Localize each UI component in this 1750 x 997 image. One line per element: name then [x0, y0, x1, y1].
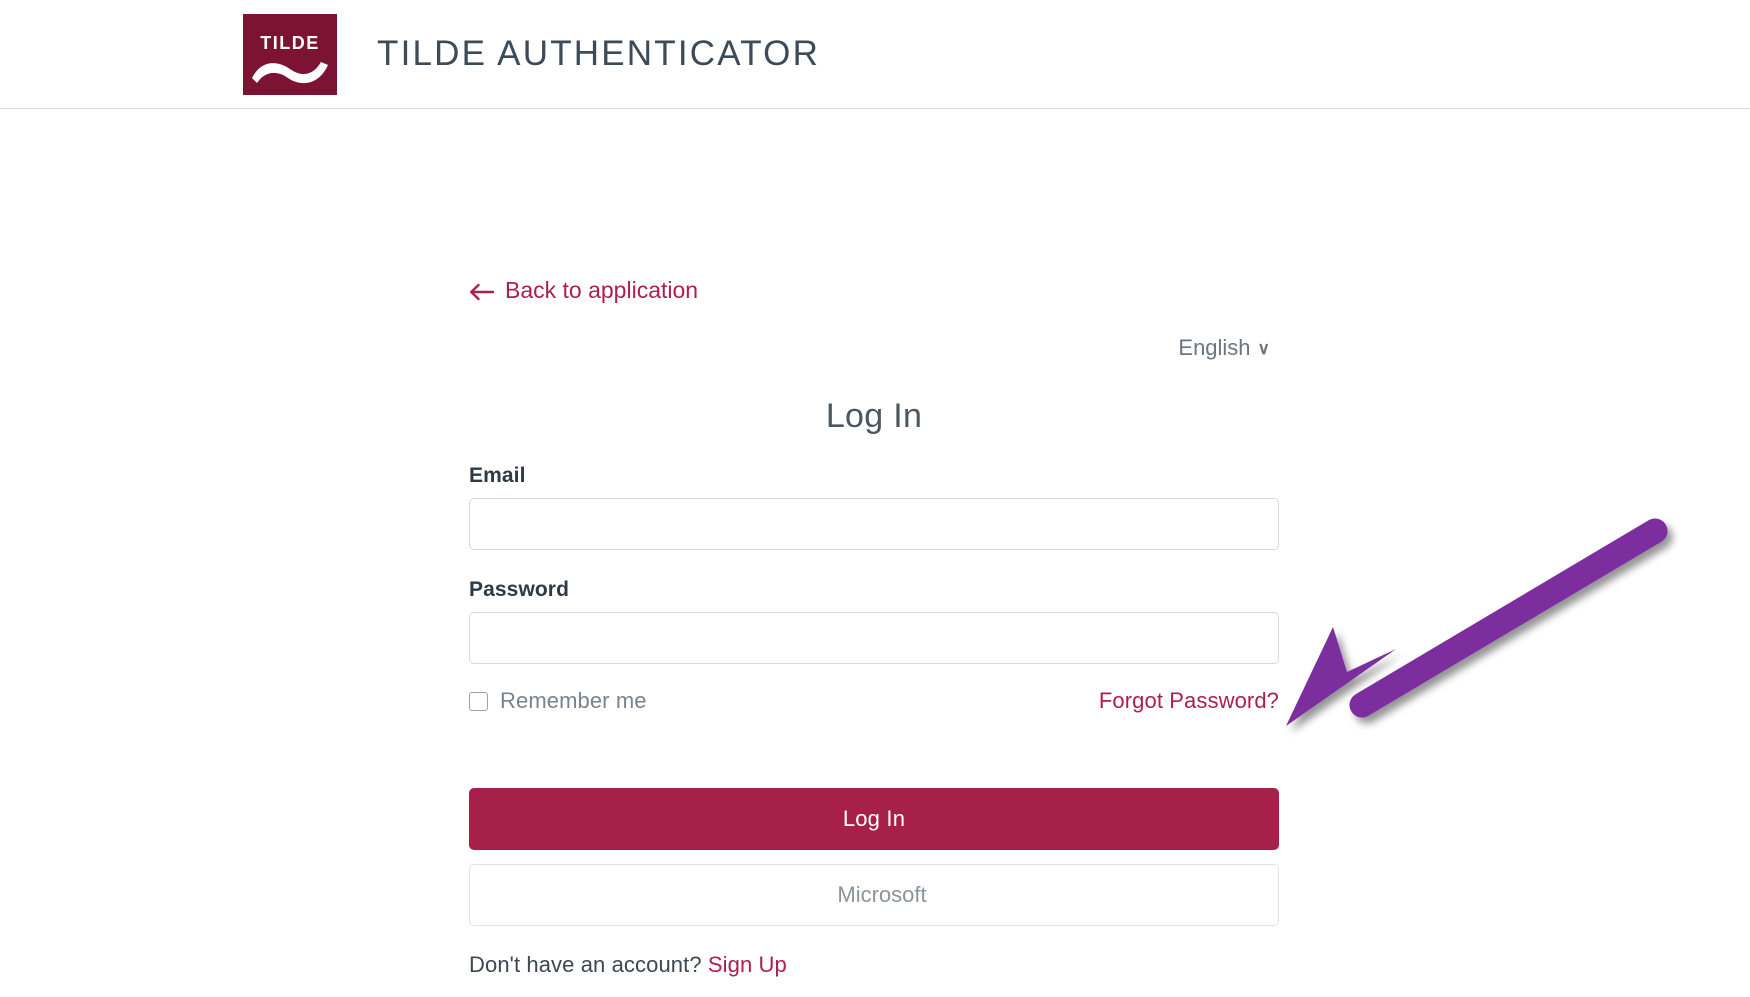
email-field-group: Email — [469, 464, 1279, 550]
chevron-down-icon: ∨ — [1257, 339, 1270, 358]
email-label: Email — [469, 464, 526, 487]
password-label: Password — [469, 578, 570, 601]
microsoft-sso-button[interactable]: Microsoft — [469, 864, 1279, 926]
password-input[interactable] — [469, 612, 1279, 664]
language-selector-label: English — [1178, 335, 1251, 360]
form-heading: Log In — [825, 397, 923, 435]
remember-me-label: Remember me — [500, 688, 647, 713]
options-row: Remember me Forgot Password? — [469, 686, 1279, 716]
language-selector[interactable]: English ∨ — [1178, 335, 1270, 361]
log-in-button[interactable]: Log In — [469, 788, 1279, 850]
sign-up-link[interactable]: Sign Up — [708, 952, 787, 977]
page-title: TILDE AUTHENTICATOR — [377, 34, 821, 73]
remember-me-checkbox[interactable] — [469, 691, 488, 711]
language-row: English ∨ — [469, 331, 1279, 365]
page-body: Back to application English ∨ Log In Ema… — [0, 109, 1750, 997]
forgot-password-link[interactable]: Forgot Password? — [1099, 688, 1279, 714]
login-card: English ∨ Log In Email Password Remember… — [469, 331, 1279, 978]
back-to-application-label: Back to application — [505, 277, 699, 303]
password-field-group: Password — [469, 578, 1279, 664]
back-to-application-link[interactable]: Back to application — [469, 279, 698, 302]
tilde-swoosh-icon — [252, 61, 328, 83]
tilde-logo: TILDE — [243, 13, 337, 95]
arrow-left-icon — [469, 282, 495, 302]
signup-row: Don't have an account? Sign Up — [469, 952, 1279, 978]
signup-prompt: Don't have an account? — [469, 952, 702, 977]
app-header: TILDE TILDE AUTHENTICATOR — [0, 0, 1750, 109]
email-input[interactable] — [469, 498, 1279, 550]
annotation-arrow — [1286, 518, 1668, 726]
logo-wordmark: TILDE — [260, 32, 320, 53]
remember-me-option[interactable]: Remember me — [469, 688, 647, 714]
